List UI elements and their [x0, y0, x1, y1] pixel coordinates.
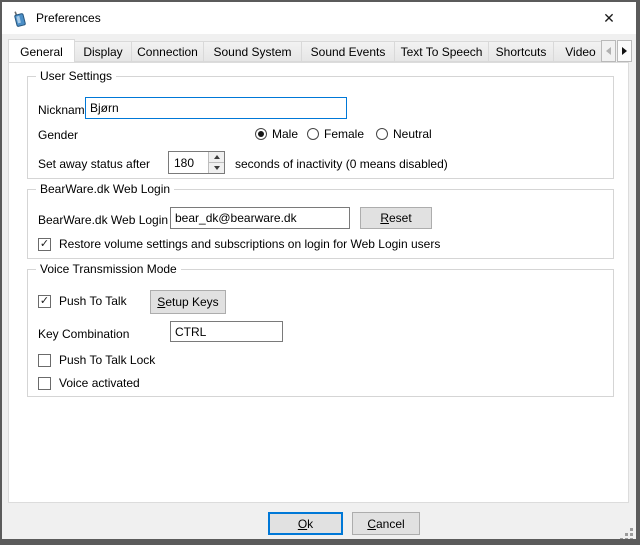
restore-volume-checkbox[interactable]: ✓ Restore volume settings and subscripti… [38, 237, 440, 251]
away-status-suffix-label: seconds of inactivity (0 means disabled) [235, 157, 448, 171]
tab-general[interactable]: General [8, 39, 75, 62]
checkbox-label: Push To Talk [59, 294, 127, 308]
away-seconds-spinner[interactable]: 180 [168, 151, 225, 174]
app-icon [11, 10, 28, 27]
tab-bar: General Display Connection Sound System … [8, 38, 601, 62]
tab-shortcuts[interactable]: Shortcuts [488, 41, 554, 62]
button-mnemonic: C [367, 517, 376, 531]
key-combination-input[interactable] [170, 321, 283, 342]
gender-label: Gender [38, 128, 78, 142]
group-title: Voice Transmission Mode [36, 262, 181, 276]
tab-scroll-right-button[interactable] [617, 40, 632, 62]
window-title: Preferences [36, 11, 101, 25]
radio-icon [376, 128, 388, 140]
push-to-talk-lock-checkbox[interactable]: Push To Talk Lock [38, 353, 155, 367]
chevron-right-icon [622, 47, 627, 55]
button-label: eset [389, 211, 412, 225]
button-label: k [307, 517, 313, 531]
tab-sound-system[interactable]: Sound System [203, 41, 302, 62]
ok-button[interactable]: Ok [268, 512, 343, 535]
nickname-label: Nickname [38, 103, 91, 117]
button-label: etup Keys [165, 295, 218, 309]
checkbox-label: Push To Talk Lock [59, 353, 155, 367]
spinner-buttons [208, 152, 224, 173]
web-login-group: BearWare.dk Web Login BearWare.dk Web Lo… [27, 189, 614, 259]
away-status-label: Set away status after [38, 157, 150, 171]
tab-label: Display [83, 45, 122, 59]
button-label: ancel [376, 517, 405, 531]
radio-label: Male [272, 127, 298, 141]
web-login-id-input[interactable] [170, 207, 350, 229]
spinner-down-button[interactable] [209, 163, 224, 173]
setup-keys-button[interactable]: Setup Keys [150, 290, 226, 314]
checkbox-icon [38, 377, 51, 390]
group-title: User Settings [36, 69, 116, 83]
key-combination-label: Key Combination [38, 327, 129, 341]
push-to-talk-checkbox[interactable]: ✓ Push To Talk [38, 294, 127, 308]
checkbox-label: Restore volume settings and subscription… [59, 237, 440, 251]
arrow-down-icon [214, 166, 220, 170]
radio-icon [255, 128, 267, 140]
general-tab-pane: User Settings Nickname Gender Male Femal… [8, 62, 629, 503]
radio-icon [307, 128, 319, 140]
tab-video[interactable]: Video [553, 41, 601, 62]
reset-button[interactable]: Reset [360, 207, 432, 229]
tab-label: Text To Speech [401, 45, 483, 59]
voice-transmission-group: Voice Transmission Mode ✓ Push To Talk S… [27, 269, 614, 397]
user-settings-group: User Settings Nickname Gender Male Femal… [27, 76, 614, 179]
close-button[interactable]: ✕ [588, 2, 630, 34]
tab-label: Sound Events [311, 45, 386, 59]
tab-label: General [20, 45, 63, 59]
radio-label: Female [324, 127, 364, 141]
arrow-up-icon [214, 155, 220, 159]
gender-radio-male[interactable]: Male [255, 127, 298, 141]
web-login-id-label: BearWare.dk Web Login ID [38, 213, 183, 227]
tab-sound-events[interactable]: Sound Events [301, 41, 395, 62]
tab-scroll-left-button[interactable] [601, 40, 616, 62]
group-title: BearWare.dk Web Login [36, 182, 174, 196]
preferences-dialog: Preferences ✕ General Display Connection… [0, 0, 640, 545]
checkbox-icon [38, 354, 51, 367]
cancel-button[interactable]: Cancel [352, 512, 420, 535]
radio-label: Neutral [393, 127, 432, 141]
titlebar: Preferences ✕ [2, 2, 636, 34]
resize-grip[interactable] [630, 538, 633, 541]
nickname-input[interactable] [85, 97, 347, 119]
gender-radio-neutral[interactable]: Neutral [376, 127, 432, 141]
chevron-left-icon [606, 47, 611, 55]
spinner-value: 180 [169, 152, 208, 173]
checkbox-label: Voice activated [59, 376, 140, 390]
tab-label: Shortcuts [496, 45, 547, 59]
checkbox-icon: ✓ [38, 238, 51, 251]
radio-dot [258, 131, 264, 137]
tab-text-to-speech[interactable]: Text To Speech [394, 41, 489, 62]
checkbox-icon: ✓ [38, 295, 51, 308]
voice-activated-checkbox[interactable]: Voice activated [38, 376, 140, 390]
tab-display[interactable]: Display [74, 41, 132, 62]
gender-radio-female[interactable]: Female [307, 127, 364, 141]
tab-label: Sound System [213, 45, 291, 59]
tab-label: Video [565, 45, 595, 59]
spinner-up-button[interactable] [209, 152, 224, 163]
tab-connection[interactable]: Connection [131, 41, 204, 62]
tab-label: Connection [137, 45, 198, 59]
button-mnemonic: O [298, 517, 307, 531]
button-mnemonic: R [380, 211, 389, 225]
